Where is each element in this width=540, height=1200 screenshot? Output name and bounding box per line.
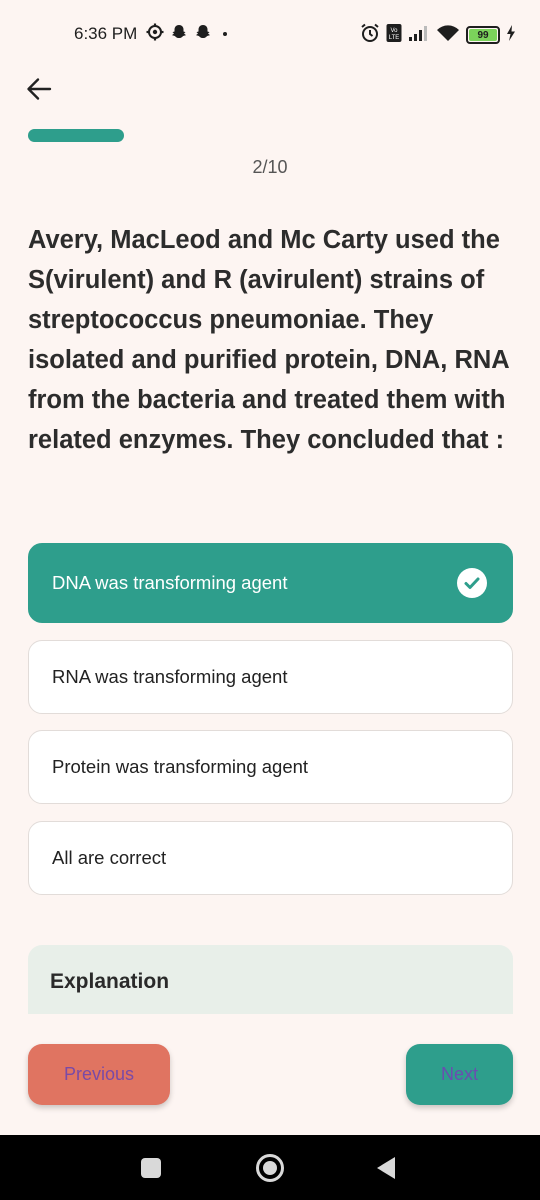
status-time: 6:36 PM: [74, 24, 138, 43]
nav-back-icon[interactable]: [377, 1157, 395, 1179]
svg-text:Vo: Vo: [390, 28, 398, 34]
status-right-icons: Vo LTE 99: [360, 23, 516, 48]
volte-icon: Vo LTE: [386, 23, 402, 48]
option-4[interactable]: All are correct: [28, 821, 513, 895]
option-1[interactable]: DNA was transforming agent: [28, 543, 513, 623]
snapchat-icon: [170, 23, 188, 46]
bottom-action-bar: Previous Next: [0, 1014, 540, 1136]
signal-icon: [408, 24, 430, 47]
snapchat-icon: [194, 23, 212, 46]
status-bar: 6:36 PM Vo LTE 99: [0, 0, 540, 70]
progress-bar: [28, 129, 124, 142]
alarm-icon: [360, 23, 380, 48]
status-left-icons: [146, 23, 232, 46]
dot-icon: [218, 25, 232, 44]
option-3[interactable]: Protein was transforming agent: [28, 730, 513, 804]
question-counter: 2/10: [252, 157, 288, 177]
option-label: DNA was transforming agent: [52, 572, 288, 593]
next-button[interactable]: Next: [406, 1044, 513, 1105]
system-nav-bar: [0, 1135, 540, 1200]
arrow-left-icon: [26, 76, 52, 107]
home-icon[interactable]: [256, 1154, 284, 1182]
settings-gear-icon: [146, 23, 164, 46]
charging-icon: [506, 24, 516, 47]
battery-icon: 99: [466, 26, 500, 44]
recent-apps-icon[interactable]: [141, 1158, 161, 1178]
progress-fill: [28, 129, 124, 142]
previous-button[interactable]: Previous: [28, 1044, 170, 1105]
battery-level: 99: [469, 29, 497, 41]
wifi-icon: [436, 24, 460, 47]
option-label: RNA was transforming agent: [52, 666, 288, 687]
check-circle-icon: [457, 568, 487, 598]
question-text: Avery, MacLeod and Mc Carty used the S(v…: [28, 226, 509, 454]
svg-text:LTE: LTE: [389, 35, 400, 41]
option-2[interactable]: RNA was transforming agent: [28, 640, 513, 714]
option-label: Protein was transforming agent: [52, 756, 309, 777]
explanation-title: Explanation: [50, 970, 170, 993]
back-button[interactable]: [22, 74, 56, 108]
option-label: All are correct: [52, 847, 167, 868]
